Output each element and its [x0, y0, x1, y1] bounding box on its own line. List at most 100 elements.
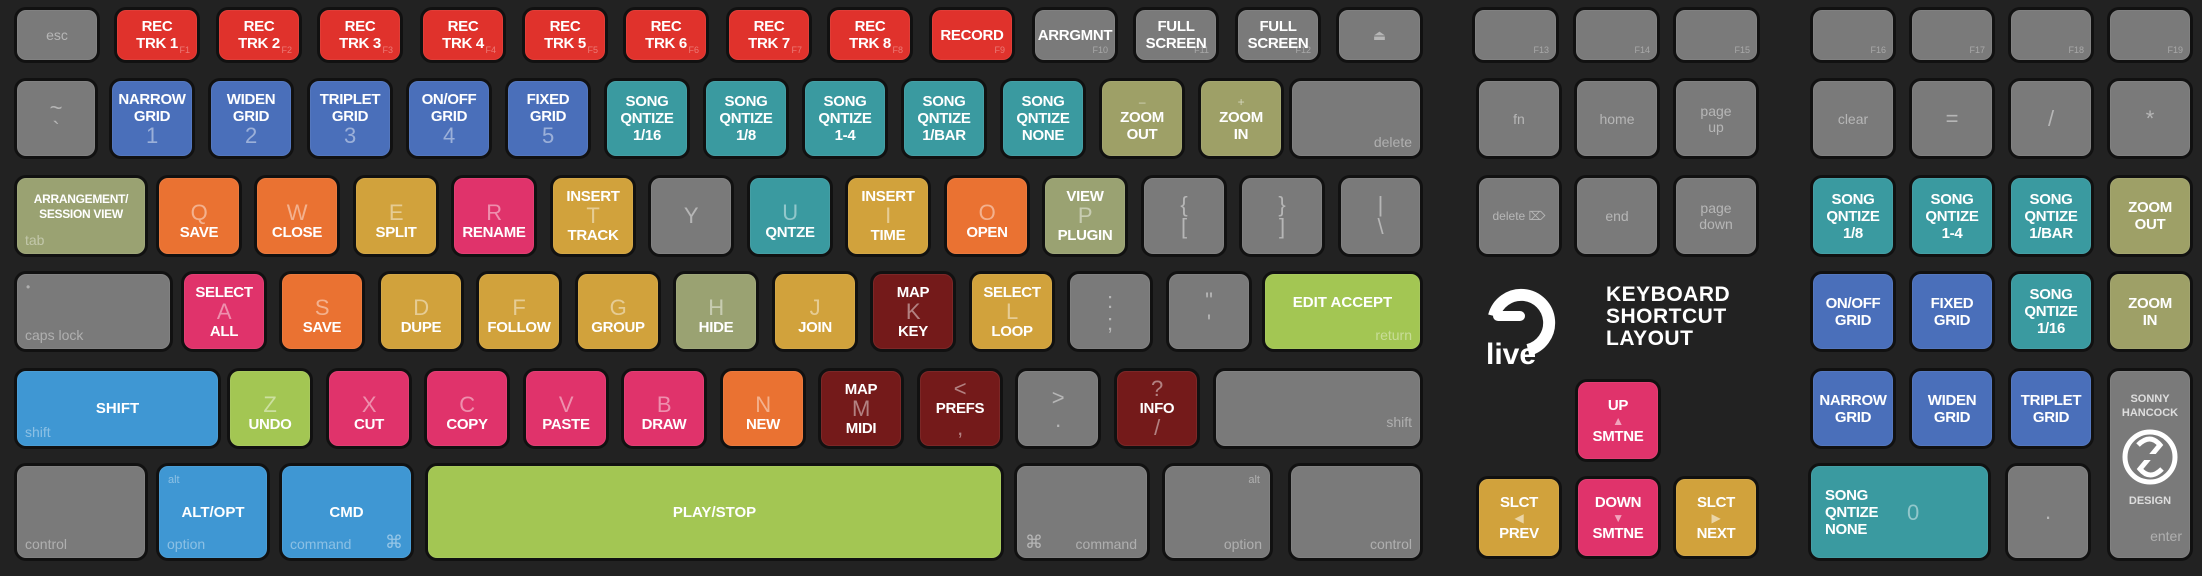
key-control-left[interactable]: control [17, 466, 145, 558]
key-f18[interactable]: F18 [2011, 10, 2091, 60]
numpad-6[interactable]: SONG QNTIZE 1/16 [2011, 274, 2091, 349]
key-caps-lock[interactable]: • caps lock [17, 274, 170, 349]
key-f4[interactable]: REC TRK 4 F4 [423, 10, 503, 60]
key-esc[interactable]: esc [17, 10, 97, 60]
numpad-8[interactable]: SONG QNTIZE 1-4 [1912, 178, 1992, 254]
key-shift-right[interactable]: shift [1216, 371, 1420, 446]
numpad-1[interactable]: NARROW GRID [1813, 371, 1893, 446]
key-arrow-up[interactable]: UP ▲ SMTNE [1578, 382, 1658, 459]
key-f9[interactable]: RECORD F9 [932, 10, 1012, 60]
key-home[interactable]: home [1577, 81, 1657, 156]
numpad-divide[interactable]: / [2011, 81, 2091, 156]
key-bracket-right[interactable]: }] [1242, 178, 1322, 254]
key-i[interactable]: INSERT I TIME [848, 178, 928, 254]
key-comma[interactable]: < PREFS, [920, 371, 1000, 446]
key-arrow-down[interactable]: DOWN ▼ SMTNE [1578, 479, 1658, 556]
key-m[interactable]: MAP M MIDI [821, 371, 901, 446]
key-d[interactable]: D DUPE [381, 274, 461, 349]
key-f3[interactable]: REC TRK 3 F3 [320, 10, 400, 60]
key-5[interactable]: FIXED GRID 5 [508, 81, 588, 156]
key-w[interactable]: W CLOSE [257, 178, 337, 254]
key-j[interactable]: J JOIN [775, 274, 855, 349]
key-2[interactable]: WIDEN GRID 2 [211, 81, 291, 156]
key-s[interactable]: S SAVE [282, 274, 362, 349]
key-option-left[interactable]: ALT/OPT alt option [159, 466, 267, 558]
key-f13[interactable]: F13 [1475, 10, 1556, 60]
key-eject[interactable]: ⏏ [1339, 10, 1420, 60]
key-v[interactable]: V PASTE [526, 371, 606, 446]
key-x[interactable]: X CUT [329, 371, 409, 446]
key-f11[interactable]: FULL SCREEN F11 [1136, 10, 1216, 60]
numpad-3[interactable]: TRIPLET GRID [2011, 371, 2091, 446]
numpad-9[interactable]: SONG QNTIZE 1/BAR [2011, 178, 2091, 254]
numpad-7[interactable]: SONG QNTIZE 1/8 [1813, 178, 1893, 254]
numpad-multiply[interactable]: * [2110, 81, 2190, 156]
key-quote[interactable]: " ' [1169, 274, 1249, 349]
key-command-left[interactable]: CMD command ⌘ [282, 466, 411, 558]
key-semicolon[interactable]: :; [1070, 274, 1150, 349]
key-command-right[interactable]: command ⌘ [1017, 466, 1147, 558]
key-f8[interactable]: REC TRK 8 F8 [830, 10, 910, 60]
numpad-equals[interactable]: = [1912, 81, 1992, 156]
key-p[interactable]: VIEW P PLUGIN [1045, 178, 1125, 254]
key-1[interactable]: NARROW GRID 1 [112, 81, 192, 156]
key-f7[interactable]: REC TRK 7 F7 [729, 10, 809, 60]
key-f5[interactable]: REC TRK 5 F5 [525, 10, 605, 60]
key-f16[interactable]: F16 [1813, 10, 1893, 60]
key-slash[interactable]: ? INFO / [1117, 371, 1197, 446]
numpad-minus[interactable]: ZOOM OUT [2110, 178, 2190, 254]
key-bracket-left[interactable]: {[ [1144, 178, 1224, 254]
numpad-5[interactable]: FIXED GRID [1912, 274, 1992, 349]
key-f14[interactable]: F14 [1576, 10, 1657, 60]
numpad-2[interactable]: WIDEN GRID [1912, 371, 1992, 446]
key-arrow-left[interactable]: SLCT ◀ PREV [1479, 479, 1559, 556]
key-q[interactable]: Q SAVE [159, 178, 239, 254]
key-return[interactable]: EDIT ACCEPT return [1265, 274, 1420, 349]
key-f12[interactable]: FULL SCREEN F12 [1238, 10, 1318, 60]
numpad-plus[interactable]: ZOOM IN [2110, 274, 2190, 349]
key-fn[interactable]: fn [1479, 81, 1559, 156]
key-k[interactable]: MAP K KEY [873, 274, 953, 349]
key-backslash[interactable]: | \ [1341, 178, 1420, 254]
key-arrow-right[interactable]: SLCT ▶ NEXT [1676, 479, 1756, 556]
key-tilde[interactable]: ~ ` [17, 81, 95, 156]
key-o[interactable]: O OPEN [947, 178, 1027, 254]
key-period[interactable]: >. [1018, 371, 1098, 446]
key-l[interactable]: SELECT L LOOP [972, 274, 1052, 349]
key-b[interactable]: B DRAW [624, 371, 704, 446]
key-f10[interactable]: ARRGMNT F10 [1035, 10, 1115, 60]
key-control-right[interactable]: control [1291, 466, 1420, 558]
key-shift-left[interactable]: SHIFT shift [17, 371, 218, 446]
key-delete[interactable]: delete [1292, 81, 1420, 156]
key-u[interactable]: U QNTZE [750, 178, 830, 254]
key-h[interactable]: H HIDE [676, 274, 756, 349]
key-3[interactable]: TRIPLET GRID 3 [310, 81, 390, 156]
numpad-0[interactable]: SONG QNTIZE NONE 0 [1811, 466, 1988, 558]
key-f17[interactable]: F17 [1912, 10, 1992, 60]
key-f[interactable]: F FOLLOW [479, 274, 559, 349]
key-6[interactable]: SONG QNTIZE 1/16 [607, 81, 687, 156]
key-n[interactable]: N NEW [723, 371, 803, 446]
numpad-enter[interactable]: SONNY HANCOCK DESIGN enter [2110, 371, 2190, 558]
key-plus[interactable]: + ZOOM IN [1201, 81, 1281, 156]
numpad-4[interactable]: ON/OFF GRID [1813, 274, 1893, 349]
key-4[interactable]: ON/OFF GRID 4 [409, 81, 489, 156]
key-9[interactable]: SONG QNTIZE 1/BAR [904, 81, 984, 156]
key-page-down[interactable]: page down [1676, 178, 1756, 254]
key-g[interactable]: G GROUP [578, 274, 658, 349]
key-f6[interactable]: REC TRK 6 F6 [626, 10, 706, 60]
key-space[interactable]: PLAY/STOP [428, 466, 1001, 558]
key-r[interactable]: R RENAME [454, 178, 534, 254]
numpad-decimal[interactable]: . [2008, 466, 2088, 558]
key-delete-forward[interactable]: delete ⌦ [1479, 178, 1559, 254]
key-f1[interactable]: REC TRK 1 F1 [117, 10, 197, 60]
key-f15[interactable]: F15 [1676, 10, 1757, 60]
key-tab[interactable]: ARRANGEMENT/SESSION VIEW tab [17, 178, 145, 254]
key-0[interactable]: SONG QNTIZE NONE [1003, 81, 1083, 156]
key-c[interactable]: C COPY [427, 371, 507, 446]
key-end[interactable]: end [1577, 178, 1657, 254]
key-page-up[interactable]: page up [1676, 81, 1756, 156]
key-e[interactable]: E SPLIT [356, 178, 436, 254]
key-f2[interactable]: REC TRK 2 F2 [219, 10, 299, 60]
key-y[interactable]: Y [651, 178, 731, 254]
